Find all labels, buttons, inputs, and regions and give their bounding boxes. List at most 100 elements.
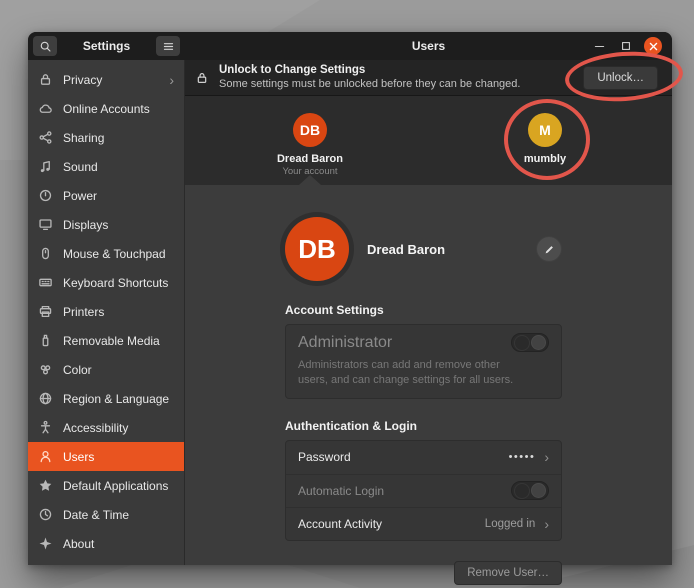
- mouse-icon: [38, 246, 53, 261]
- unlock-banner-subtitle: Some settings must be unlocked before th…: [219, 78, 520, 92]
- color-palette-icon: [38, 362, 53, 377]
- sidebar-item-label: Power: [63, 189, 97, 203]
- administrator-toggle[interactable]: [511, 333, 549, 352]
- display-icon: [38, 217, 53, 232]
- lock-icon: [195, 71, 209, 85]
- sidebar-item-sharing[interactable]: Sharing: [28, 123, 184, 152]
- accessibility-icon: [38, 420, 53, 435]
- keyboard-icon: [38, 275, 53, 290]
- administrator-description: Administrators can add and remove other …: [298, 358, 529, 388]
- sidebar-item-label: Removable Media: [63, 334, 160, 348]
- star-icon: [38, 478, 53, 493]
- sidebar-item-privacy[interactable]: Privacy›: [28, 65, 184, 94]
- sidebar-item-displays[interactable]: Displays: [28, 210, 184, 239]
- remove-user-button[interactable]: Remove User…: [454, 561, 562, 585]
- profile-name: Dread Baron: [367, 242, 445, 257]
- user-icon: [38, 449, 53, 464]
- sidebar-item-region-language[interactable]: Region & Language: [28, 384, 184, 413]
- sidebar-item-label: Default Applications: [63, 479, 168, 493]
- settings-window: Settings Users Privacy›Online Account: [28, 32, 672, 565]
- titlebar-right: Users: [185, 32, 672, 60]
- unlock-banner-text: Unlock to Change Settings Some settings …: [219, 63, 520, 91]
- panel-footer: Remove User…: [285, 561, 562, 588]
- menu-icon: [162, 40, 175, 53]
- close-button[interactable]: [644, 37, 662, 55]
- sidebar-item-label: Privacy: [63, 73, 102, 87]
- menu-button[interactable]: [156, 36, 180, 56]
- row-automatic-login: Automatic Login: [286, 474, 561, 507]
- share-icon: [38, 130, 53, 145]
- row-password[interactable]: Password ••••• ›: [286, 441, 561, 474]
- unlock-banner-title: Unlock to Change Settings: [219, 63, 520, 77]
- row-value: •••••: [509, 451, 536, 463]
- sidebar-item-about[interactable]: About: [28, 529, 184, 558]
- sidebar-item-label: Sound: [63, 160, 98, 174]
- sidebar-item-date-time[interactable]: Date & Time: [28, 500, 184, 529]
- cloud-icon: [38, 101, 53, 116]
- content-pane: Unlock to Change Settings Some settings …: [185, 60, 672, 565]
- sidebar: Privacy› Online Accounts Sharing Sound Power…: [28, 60, 185, 565]
- avatar[interactable]: DB: [285, 217, 349, 281]
- sidebar-item-sound[interactable]: Sound: [28, 152, 184, 181]
- globe-icon: [38, 391, 53, 406]
- user-name: Dread Baron: [255, 153, 365, 165]
- row-label: Account Activity: [298, 517, 382, 531]
- search-button[interactable]: [33, 36, 57, 56]
- sidebar-item-color[interactable]: Color: [28, 355, 184, 384]
- sidebar-item-label: About: [63, 537, 94, 551]
- chevron-right-icon: ›: [544, 517, 549, 531]
- sidebar-item-printers[interactable]: Printers: [28, 297, 184, 326]
- account-settings-card: Administrator Administrators can add and…: [285, 324, 562, 399]
- sidebar-item-label: Region & Language: [63, 392, 169, 406]
- sidebar-item-keyboard-shortcuts[interactable]: Keyboard Shortcuts: [28, 268, 184, 297]
- sidebar-item-label: Printers: [63, 305, 104, 319]
- printer-icon: [38, 304, 53, 319]
- pencil-icon: [543, 243, 556, 256]
- minimize-button[interactable]: [590, 37, 608, 55]
- unlock-banner: Unlock to Change Settings Some settings …: [185, 60, 672, 96]
- titlebar: Settings Users: [28, 32, 672, 60]
- edit-name-button[interactable]: [536, 236, 562, 262]
- sidebar-item-label: Mouse & Touchpad: [63, 247, 166, 261]
- usb-drive-icon: [38, 333, 53, 348]
- chevron-right-icon: ›: [544, 450, 549, 464]
- sidebar-item-label: Users: [63, 450, 94, 464]
- row-label: Password: [298, 450, 351, 464]
- automatic-login-toggle[interactable]: [511, 481, 549, 500]
- minimize-icon: [594, 41, 605, 52]
- sidebar-item-label: Color: [63, 363, 92, 377]
- administrator-label: Administrator: [298, 334, 392, 352]
- section-heading-account-settings: Account Settings: [285, 303, 562, 317]
- sidebar-item-mouse-touchpad[interactable]: Mouse & Touchpad: [28, 239, 184, 268]
- section-heading-authentication-login: Authentication & Login: [285, 419, 562, 433]
- maximize-button[interactable]: [617, 37, 635, 55]
- search-icon: [39, 40, 52, 53]
- sidebar-item-label: Displays: [63, 218, 108, 232]
- sidebar-item-label: Keyboard Shortcuts: [63, 276, 168, 290]
- clock-icon: [38, 507, 53, 522]
- user-tile-mumbly[interactable]: Mmumbly: [490, 113, 600, 165]
- unlock-button[interactable]: Unlock…: [583, 66, 658, 90]
- profile-header: DB Dread Baron: [285, 217, 562, 281]
- user-caption: Your account: [255, 166, 365, 177]
- close-icon: [649, 42, 658, 51]
- about-sparkle-icon: [38, 536, 53, 551]
- sidebar-item-accessibility[interactable]: Accessibility: [28, 413, 184, 442]
- avatar: M: [528, 113, 562, 147]
- row-account-activity[interactable]: Account Activity Logged in ›: [286, 507, 561, 540]
- row-value: Logged in: [485, 518, 536, 530]
- sidebar-item-removable-media[interactable]: Removable Media: [28, 326, 184, 355]
- sidebar-item-label: Accessibility: [63, 421, 128, 435]
- sidebar-item-users[interactable]: Users: [28, 442, 184, 471]
- user-panel: DB Dread Baron Account Settings Administ…: [185, 185, 672, 565]
- sidebar-item-online-accounts[interactable]: Online Accounts: [28, 94, 184, 123]
- window-controls: [590, 32, 662, 60]
- maximize-icon: [621, 41, 631, 51]
- sidebar-item-default-applications[interactable]: Default Applications: [28, 471, 184, 500]
- sidebar-item-power[interactable]: Power: [28, 181, 184, 210]
- authentication-card: Password•••••›Automatic LoginAccount Act…: [285, 440, 562, 541]
- titlebar-left: Settings: [28, 32, 185, 60]
- user-tile-dread-baron[interactable]: DBDread BaronYour account: [255, 113, 365, 177]
- sidebar-item-label: Online Accounts: [63, 102, 150, 116]
- sidebar-item-label: Sharing: [63, 131, 104, 145]
